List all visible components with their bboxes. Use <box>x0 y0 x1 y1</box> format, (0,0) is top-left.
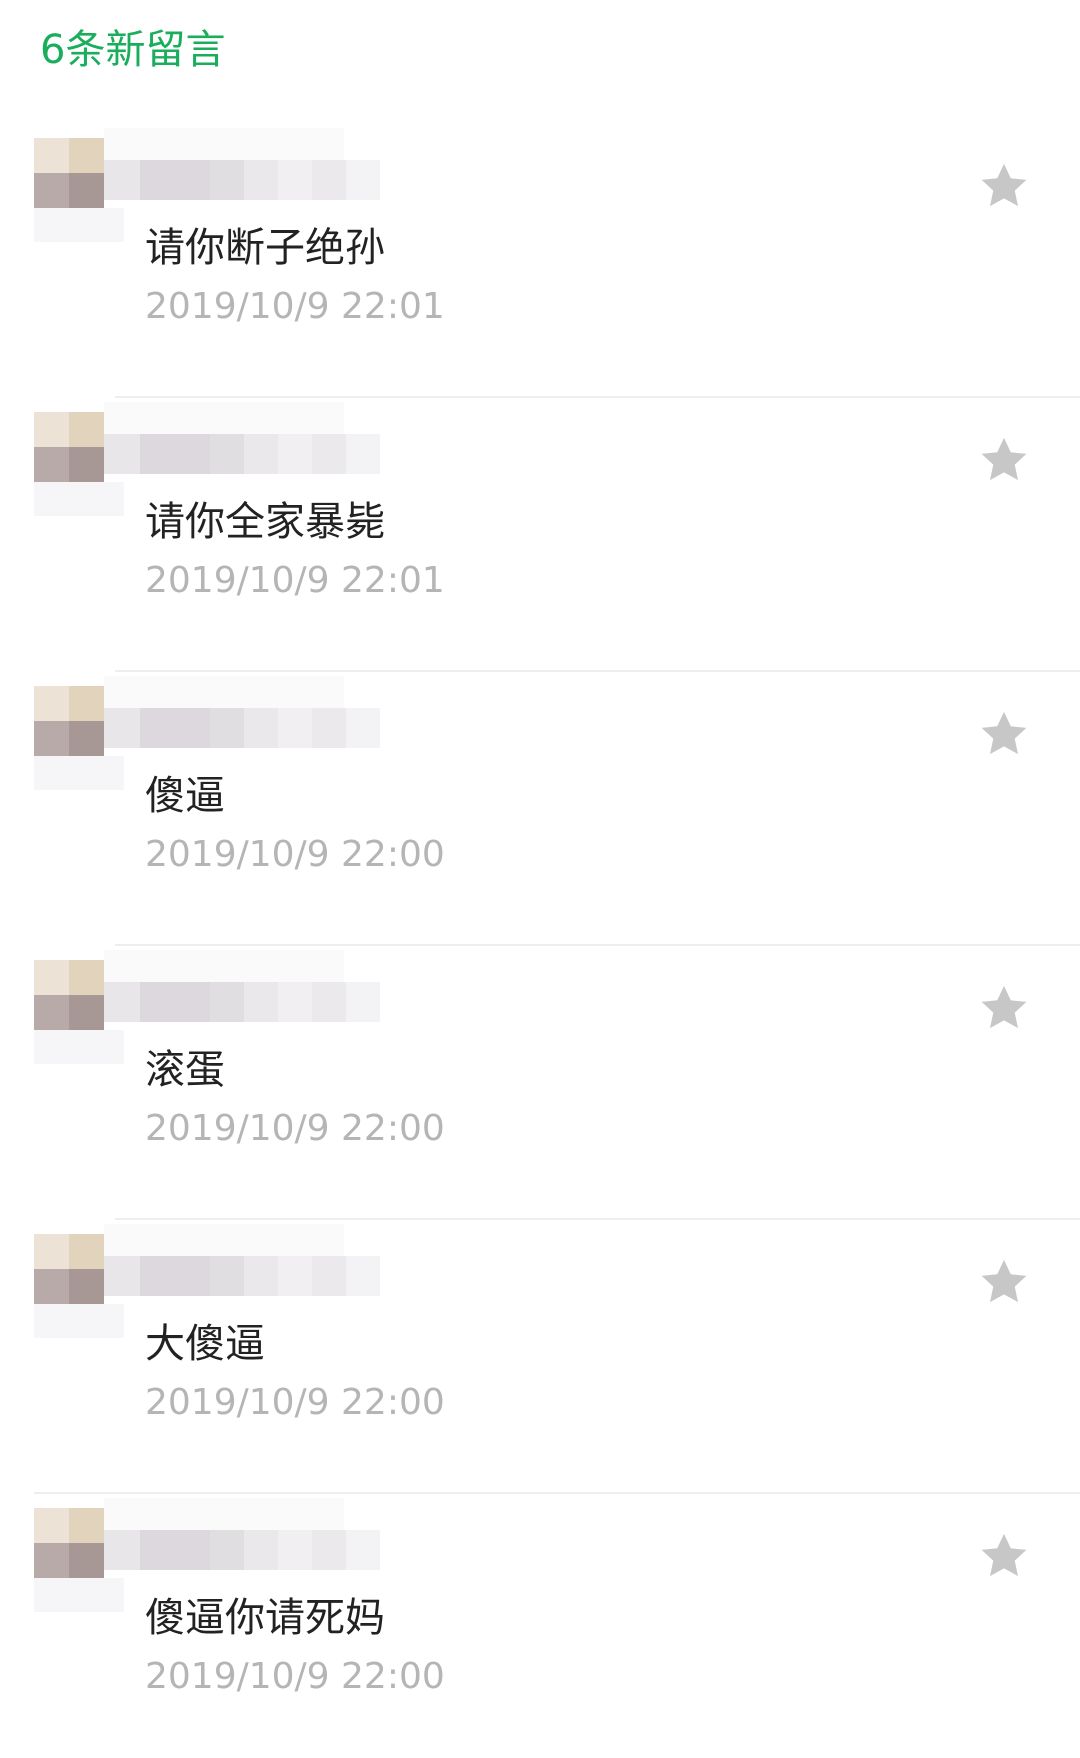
username-mosaic <box>104 402 344 434</box>
message-time: 2019/10/9 22:00 <box>145 1108 445 1149</box>
star-icon[interactable] <box>976 706 1032 762</box>
username-mosaic <box>104 950 344 982</box>
message-item[interactable]: 傻逼你请死妈 2019/10/9 22:00 <box>0 1494 1080 1758</box>
star-icon[interactable] <box>976 158 1032 214</box>
message-time: 2019/10/9 22:00 <box>145 1382 445 1423</box>
messages-page: 6条新留言 请你断子绝孙 2019/10/9 22:01 请你全家暴毙 2019… <box>0 0 1080 1758</box>
username-mosaic <box>104 676 344 708</box>
message-text: 傻逼 <box>145 773 225 819</box>
avatar[interactable] <box>34 138 104 208</box>
message-item[interactable]: 滚蛋 2019/10/9 22:00 <box>0 946 1080 1220</box>
username-mosaic <box>104 160 380 200</box>
username-mosaic <box>104 708 380 748</box>
avatar-blur <box>34 1304 124 1338</box>
username-mosaic <box>104 1498 344 1530</box>
avatar[interactable] <box>34 1508 104 1578</box>
avatar-blur <box>34 756 124 790</box>
message-time: 2019/10/9 22:00 <box>145 1656 445 1697</box>
message-time: 2019/10/9 22:01 <box>145 286 445 327</box>
username-mosaic <box>104 1256 380 1296</box>
avatar[interactable] <box>34 1234 104 1304</box>
star-icon[interactable] <box>976 1254 1032 1310</box>
message-item[interactable]: 请你断子绝孙 2019/10/9 22:01 <box>0 124 1080 398</box>
message-item[interactable]: 请你全家暴毙 2019/10/9 22:01 <box>0 398 1080 672</box>
message-item[interactable]: 傻逼 2019/10/9 22:00 <box>0 672 1080 946</box>
message-text: 大傻逼 <box>145 1321 265 1367</box>
username-mosaic <box>104 1224 344 1256</box>
message-text: 请你全家暴毙 <box>145 499 385 545</box>
message-list: 请你断子绝孙 2019/10/9 22:01 请你全家暴毙 2019/10/9 … <box>0 124 1080 1758</box>
message-text: 傻逼你请死妈 <box>145 1595 385 1641</box>
new-messages-title: 6条新留言 <box>40 27 226 73</box>
message-text: 请你断子绝孙 <box>145 225 385 271</box>
avatar-blur <box>34 1030 124 1064</box>
star-icon[interactable] <box>976 980 1032 1036</box>
username-mosaic <box>104 982 380 1022</box>
message-text: 滚蛋 <box>145 1047 225 1093</box>
avatar[interactable] <box>34 412 104 482</box>
avatar[interactable] <box>34 960 104 1030</box>
message-time: 2019/10/9 22:01 <box>145 560 445 601</box>
avatar[interactable] <box>34 686 104 756</box>
message-item[interactable]: 大傻逼 2019/10/9 22:00 <box>0 1220 1080 1494</box>
star-icon[interactable] <box>976 432 1032 488</box>
message-time: 2019/10/9 22:00 <box>145 834 445 875</box>
star-icon[interactable] <box>976 1528 1032 1584</box>
avatar-blur <box>34 208 124 242</box>
username-mosaic <box>104 1530 380 1570</box>
username-mosaic <box>104 434 380 474</box>
username-mosaic <box>104 128 344 160</box>
avatar-blur <box>34 1578 124 1612</box>
avatar-blur <box>34 482 124 516</box>
